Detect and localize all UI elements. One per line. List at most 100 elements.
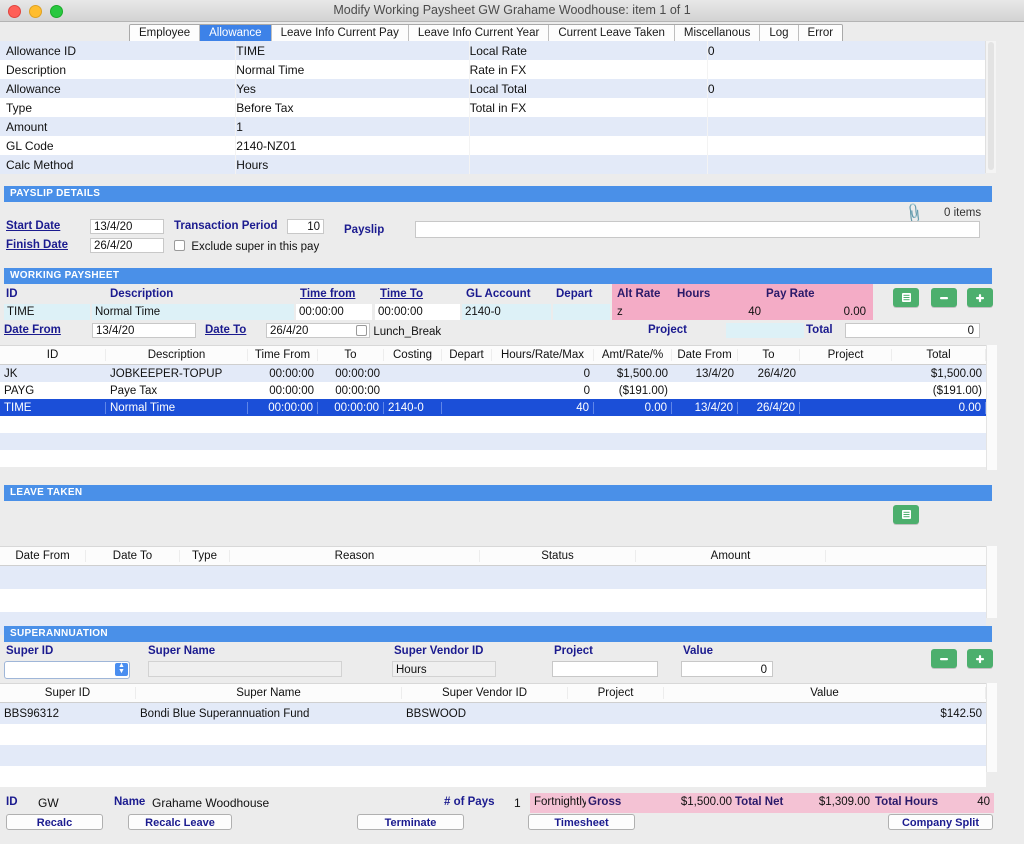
wp-total-input[interactable]: 0 bbox=[845, 323, 980, 338]
super-id-select[interactable]: ▲ ▼ bbox=[4, 661, 130, 679]
superannuation-row[interactable]: BBS96312 Bondi Blue Superannuation Fund BB… bbox=[0, 703, 986, 724]
column-header[interactable]: To bbox=[738, 349, 800, 361]
column-header[interactable]: To bbox=[318, 349, 384, 361]
recalc-button[interactable]: Recalc bbox=[6, 814, 103, 830]
working-paysheet-scrollbar[interactable] bbox=[986, 345, 997, 470]
superannuation-row[interactable] bbox=[0, 745, 986, 766]
column-header[interactable]: Amt/Rate/% bbox=[594, 349, 672, 361]
column-header[interactable]: Hours/Rate/Max bbox=[492, 349, 594, 361]
working-paysheet-row[interactable]: PAYG Paye Tax 00:00:00 00:00:00 0 ($191.00) ($… bbox=[0, 382, 986, 399]
wp-time-from-input[interactable]: 00:00:00 bbox=[296, 304, 372, 320]
column-header[interactable]: ID bbox=[0, 349, 106, 361]
super-name-label: Super Name bbox=[148, 645, 216, 657]
super-value-input[interactable]: 0 bbox=[681, 661, 773, 677]
super-vendor-id-input[interactable]: Hours bbox=[392, 661, 496, 677]
column-header[interactable]: Depart bbox=[442, 349, 492, 361]
column-header[interactable]: Super Name bbox=[136, 687, 402, 699]
finish-date-input[interactable]: 26/4/20 bbox=[90, 238, 164, 253]
wp-list-button[interactable] bbox=[893, 288, 919, 307]
column-header[interactable]: Value bbox=[664, 687, 986, 699]
column-header[interactable]: Project bbox=[568, 687, 664, 699]
leave-taken-row[interactable] bbox=[0, 589, 986, 612]
wp-add-button[interactable] bbox=[967, 288, 993, 307]
wp-id-input[interactable]: TIME bbox=[4, 304, 90, 320]
chevron-updown-icon[interactable]: ▲ ▼ bbox=[115, 662, 128, 676]
wp-date-from-input[interactable]: 13/4/20 bbox=[92, 323, 196, 338]
column-header[interactable]: Costing bbox=[384, 349, 442, 361]
wp-pay-rate-input[interactable]: 0.00 bbox=[768, 304, 871, 320]
wp-hours-input[interactable]: 40 bbox=[674, 304, 766, 320]
recalc-leave-button[interactable]: Recalc Leave bbox=[128, 814, 232, 830]
column-divider bbox=[706, 117, 708, 136]
wp-alt-rate-input[interactable]: z bbox=[614, 304, 672, 320]
wp-date-to-label[interactable]: Date To bbox=[205, 324, 246, 336]
timesheet-button[interactable]: Timesheet bbox=[528, 814, 635, 830]
tab-miscellanous[interactable]: Miscellanous bbox=[674, 25, 761, 42]
superannuation-row[interactable] bbox=[0, 724, 986, 745]
wp-time-to-input[interactable]: 00:00:00 bbox=[375, 304, 460, 320]
wp-date-to-input[interactable]: 26/4/20 bbox=[266, 323, 370, 338]
company-split-button[interactable]: Company Split bbox=[888, 814, 993, 830]
terminate-button[interactable]: Terminate bbox=[357, 814, 464, 830]
wp-description-input[interactable]: Normal Time bbox=[92, 304, 294, 320]
leave-taken-header: LEAVE TAKEN bbox=[4, 485, 992, 501]
lunch-break-checkbox[interactable] bbox=[356, 325, 367, 336]
cell-description: JOBKEEPER-TOPUP bbox=[110, 367, 223, 380]
column-header[interactable]: Super ID bbox=[0, 687, 136, 699]
working-paysheet-row[interactable]: JK JOBKEEPER-TOPUP 00:00:00 00:00:00 0 $1,500… bbox=[0, 365, 986, 382]
start-date-input[interactable]: 13/4/20 bbox=[90, 219, 164, 234]
column-header[interactable]: Type bbox=[180, 550, 230, 562]
column-header[interactable]: Date From bbox=[0, 550, 86, 562]
allowance-field-label: Allowance ID bbox=[6, 43, 77, 58]
allowance-detail-row: Calc Method Hours bbox=[0, 155, 985, 174]
tab-error[interactable]: Error bbox=[798, 25, 843, 42]
tab-employee[interactable]: Employee bbox=[130, 25, 201, 42]
working-paysheet-row[interactable] bbox=[0, 450, 986, 467]
wp-project-input[interactable] bbox=[726, 323, 804, 338]
super-remove-button[interactable] bbox=[931, 649, 957, 668]
wp-gl-account-input[interactable]: 2140-0 bbox=[462, 304, 551, 320]
working-paysheet-row[interactable]: TIME Normal Time 00:00:00 00:00:00 2140-0 40 0… bbox=[0, 399, 986, 416]
super-add-button[interactable] bbox=[967, 649, 993, 668]
exclude-super-row[interactable]: Exclude super in this pay bbox=[174, 239, 319, 253]
super-vendor-id-label: Super Vendor ID bbox=[394, 645, 484, 657]
column-header[interactable]: Date From bbox=[672, 349, 738, 361]
column-header[interactable]: Reason bbox=[230, 550, 480, 562]
leave-taken-list-button[interactable] bbox=[893, 505, 919, 524]
super-name-input[interactable] bbox=[148, 661, 342, 677]
column-header[interactable]: Date To bbox=[86, 550, 180, 562]
minus-icon bbox=[940, 657, 948, 660]
column-header[interactable]: Description bbox=[106, 349, 248, 361]
working-paysheet-row[interactable] bbox=[0, 416, 986, 433]
lunch-break-row[interactable]: Lunch_Break bbox=[356, 324, 441, 338]
column-header[interactable]: Super Vendor ID bbox=[402, 687, 568, 699]
exclude-super-checkbox[interactable] bbox=[174, 240, 185, 251]
working-paysheet-row[interactable] bbox=[0, 433, 986, 450]
superannuation-row[interactable] bbox=[0, 766, 986, 787]
column-header[interactable]: Amount bbox=[636, 550, 826, 562]
tab-leave-info-current-pay[interactable]: Leave Info Current Pay bbox=[271, 25, 409, 42]
tab-log[interactable]: Log bbox=[760, 25, 799, 42]
payslip-input[interactable] bbox=[415, 221, 980, 238]
tab-leave-info-current-year[interactable]: Leave Info Current Year bbox=[408, 25, 550, 42]
super-project-input[interactable] bbox=[552, 661, 658, 677]
superannuation-header: SUPERANNUATION bbox=[4, 626, 992, 642]
column-header[interactable]: Project bbox=[800, 349, 892, 361]
column-header[interactable]: Time From bbox=[248, 349, 318, 361]
wp-depart-input[interactable] bbox=[553, 304, 610, 320]
tab-allowance[interactable]: Allowance bbox=[200, 25, 272, 42]
cell-value: $142.50 bbox=[940, 707, 982, 720]
allowance-detail-scrollbar[interactable] bbox=[985, 41, 996, 173]
column-header[interactable]: Status bbox=[480, 550, 636, 562]
leave-taken-scrollbar[interactable] bbox=[986, 546, 997, 618]
leave-taken-row[interactable] bbox=[0, 566, 986, 589]
column-header[interactable]: Total bbox=[892, 349, 986, 361]
wp-time-to-label[interactable]: Time To bbox=[380, 288, 423, 300]
tab-current-leave-taken[interactable]: Current Leave Taken bbox=[549, 25, 675, 42]
wp-date-from-label[interactable]: Date From bbox=[4, 324, 61, 336]
transaction-period-input[interactable]: 10 bbox=[287, 219, 324, 234]
superannuation-scrollbar[interactable] bbox=[986, 683, 997, 772]
wp-time-from-label[interactable]: Time from bbox=[300, 288, 355, 300]
wp-remove-button[interactable] bbox=[931, 288, 957, 307]
allowance-field-value: 1 bbox=[236, 119, 243, 134]
